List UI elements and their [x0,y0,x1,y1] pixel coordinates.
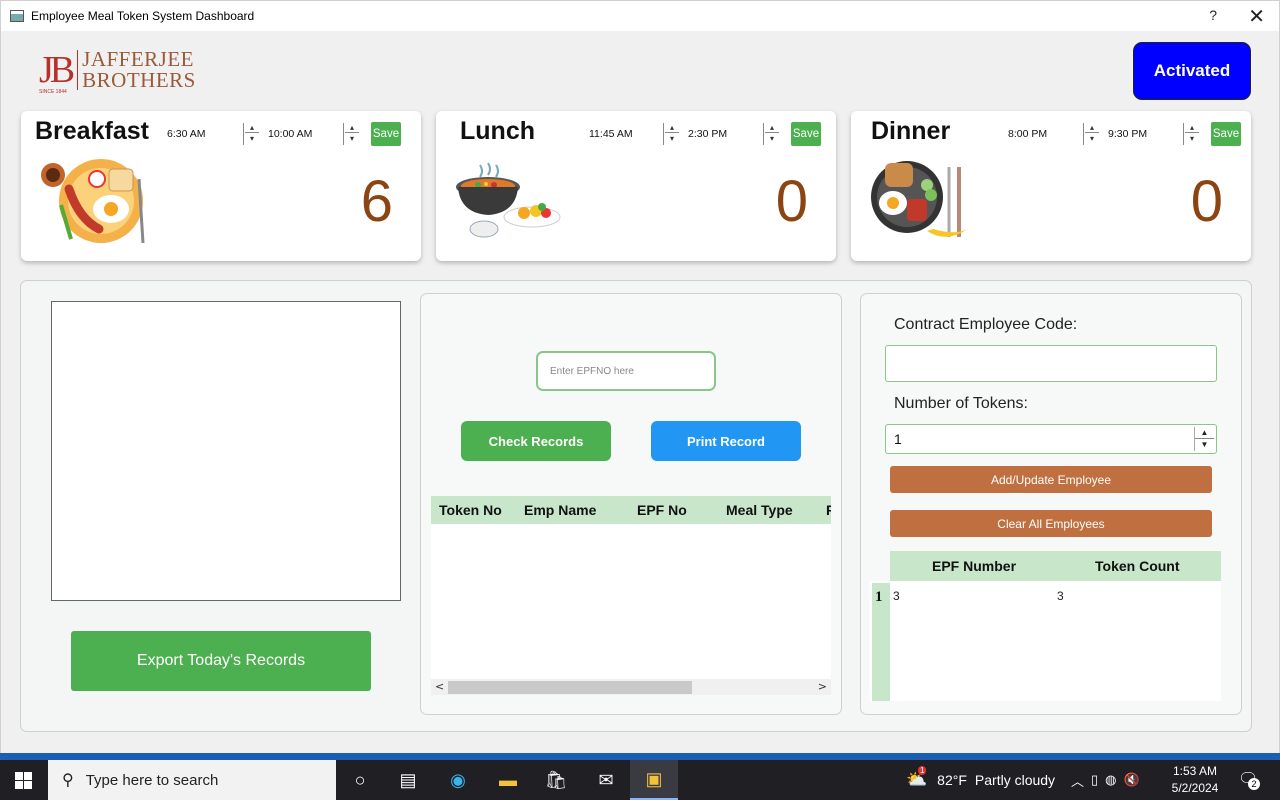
contract-code-label: Contract Employee Code: [894,316,1078,333]
end-time-field[interactable]: 10:00 AM [268,128,312,140]
company-logo: JB SINCE 1844 JAFFERJEE BROTHERS [39,47,196,95]
desktop-strip [0,753,1280,760]
cortana-icon[interactable]: ○ [336,760,384,800]
scroll-right-icon[interactable]: > [818,679,827,695]
save-time-button[interactable]: Save [1211,122,1241,146]
meal-name: Lunch [460,117,535,145]
help-button[interactable]: ? [1209,7,1217,23]
employee-table-header: EPF Number Token Count [890,551,1221,581]
meal-count: 6 [360,169,393,234]
tokens-label: Number of Tokens: [894,395,1028,412]
end-time-spinner[interactable]: ▴ ▾ [763,123,781,145]
system-tray[interactable]: ︿ ▯ ◍ 🔇 [1071,760,1147,800]
search-icon: ⚲ [62,772,74,789]
employee-tokens-table[interactable]: EPF Number Token Count 1 3 3 [870,551,1221,701]
app-icon [10,10,24,22]
activation-status-button[interactable]: Activated [1133,42,1251,100]
start-time-spinner[interactable]: ▴ ▾ [1083,123,1101,145]
edge-browser-icon[interactable]: ◉ [434,760,482,800]
records-table-header: Token No Emp Name EPF No Meal Type P [431,496,831,524]
meal-count: 0 [1190,169,1223,234]
mail-icon[interactable]: ✉ [582,760,630,800]
start-time-spinner[interactable]: ▴ ▾ [243,123,261,145]
start-time-field[interactable]: 8:00 PM [1008,128,1047,140]
check-records-button[interactable]: Check Records [461,421,611,461]
network-icon[interactable]: ◍ [1105,772,1123,788]
clear-all-employees-button[interactable]: Clear All Employees [890,510,1212,537]
column-header[interactable]: Token Count [1095,558,1180,574]
end-time-field[interactable]: 9:30 PM [1108,128,1147,140]
tokens-stepper[interactable]: ▲ ▼ [1194,427,1214,451]
start-time-spinner[interactable]: ▴ ▾ [663,123,681,145]
task-view-icon[interactable]: ▤ [384,760,432,800]
start-time-field[interactable]: 6:30 AM [167,128,206,140]
table-corner [870,551,890,581]
lunch-pot-icon [456,162,561,238]
row-header[interactable]: 1 [872,583,890,701]
end-time-spinner[interactable]: ▴ ▾ [343,123,361,145]
logo-initials: JB SINCE 1844 [39,49,75,95]
python-app-icon[interactable]: ▣ [630,760,678,800]
tokens-value: 1 [894,431,902,447]
save-time-button[interactable]: Save [791,122,821,146]
weather-icon: ⛅ 1 [906,766,928,789]
window-title: Employee Meal Token System Dashboard [31,9,255,23]
records-table[interactable]: Token No Emp Name EPF No Meal Type P [431,496,831,680]
breakfast-plate-icon [41,159,145,244]
add-update-employee-button[interactable]: Add/Update Employee [890,466,1212,493]
meal-card-dinner: Dinner 8:00 PM ▴ ▾ 9:30 PM ▴ ▾ Save 0 [851,111,1251,261]
meal-name: Dinner [871,117,951,145]
close-button[interactable]: ✕ [1248,4,1265,29]
records-horizontal-scrollbar[interactable]: < > [431,679,831,695]
taskbar: ⚲ Type here to search ○ ▤ ◉ ▬ 🛍 ✉ ▣ ⛅ 1 8… [0,760,1280,800]
end-time-field[interactable]: 2:30 PM [688,128,727,140]
chevron-up-icon[interactable]: ︿ [1071,771,1091,790]
token-count-cell[interactable]: 3 [1057,589,1064,603]
weather-text: Partly cloudy [974,772,1056,788]
search-placeholder: Type here to search [85,771,219,789]
dinner-plate-icon [871,161,973,237]
store-icon[interactable]: 🛍 [532,760,580,800]
export-records-button[interactable]: Export Today's Records [71,631,371,691]
meal-name: Breakfast [35,117,149,145]
start-time-field[interactable]: 11:45 AM [589,128,633,140]
end-time-spinner[interactable]: ▴ ▾ [1183,123,1201,145]
device-icon[interactable]: ▯ [1091,772,1105,788]
scrollbar-thumb[interactable] [448,681,692,694]
contract-code-input[interactable] [885,345,1217,382]
meal-count: 0 [775,169,808,234]
scroll-left-icon[interactable]: < [435,679,444,695]
taskbar-search[interactable]: ⚲ Type here to search [48,760,336,800]
title-bar: Employee Meal Token System Dashboard ? ✕ [0,0,1280,31]
epf-number-cell[interactable]: 3 [893,589,900,603]
column-header[interactable]: Token No [439,502,502,518]
logo-line1: JAFFERJEE [82,47,194,71]
column-header[interactable]: P [826,502,831,518]
column-header[interactable]: EPF No [637,502,687,518]
save-time-button[interactable]: Save [371,122,401,146]
weather-temp: 82°F [937,772,967,788]
volume-muted-icon[interactable]: 🔇 [1124,772,1147,788]
column-header[interactable]: Emp Name [524,502,596,518]
column-header[interactable]: Meal Type [726,502,793,518]
start-button[interactable] [0,760,48,800]
epf-search-input[interactable]: Enter EPFNO here [536,351,716,391]
clock-time: 1:53 AM [1172,764,1218,778]
camera-preview [51,301,401,601]
clock-date: 5/2/2024 [1171,781,1219,795]
column-header[interactable]: EPF Number [932,558,1016,574]
logo-line2: BROTHERS [82,68,196,92]
notification-icon[interactable]: 🗨2 [1238,769,1260,790]
tokens-spinbox[interactable]: 1 ▲ ▼ [885,424,1217,454]
meal-card-lunch: Lunch 11:45 AM ▴ ▾ 2:30 PM ▴ ▾ Save 0 [436,111,836,261]
file-explorer-icon[interactable]: ▬ [484,760,532,800]
weather-widget[interactable]: ⛅ 1 82°F Partly cloudy [906,760,1055,800]
windows-icon [15,772,32,789]
meal-card-breakfast: Breakfast 6:30 AM ▴ ▾ 10:00 AM ▴ ▾ Save 6 [21,111,421,261]
clock[interactable]: 1:53 AM 5/2/2024 [1160,763,1230,797]
print-record-button[interactable]: Print Record [651,421,801,461]
